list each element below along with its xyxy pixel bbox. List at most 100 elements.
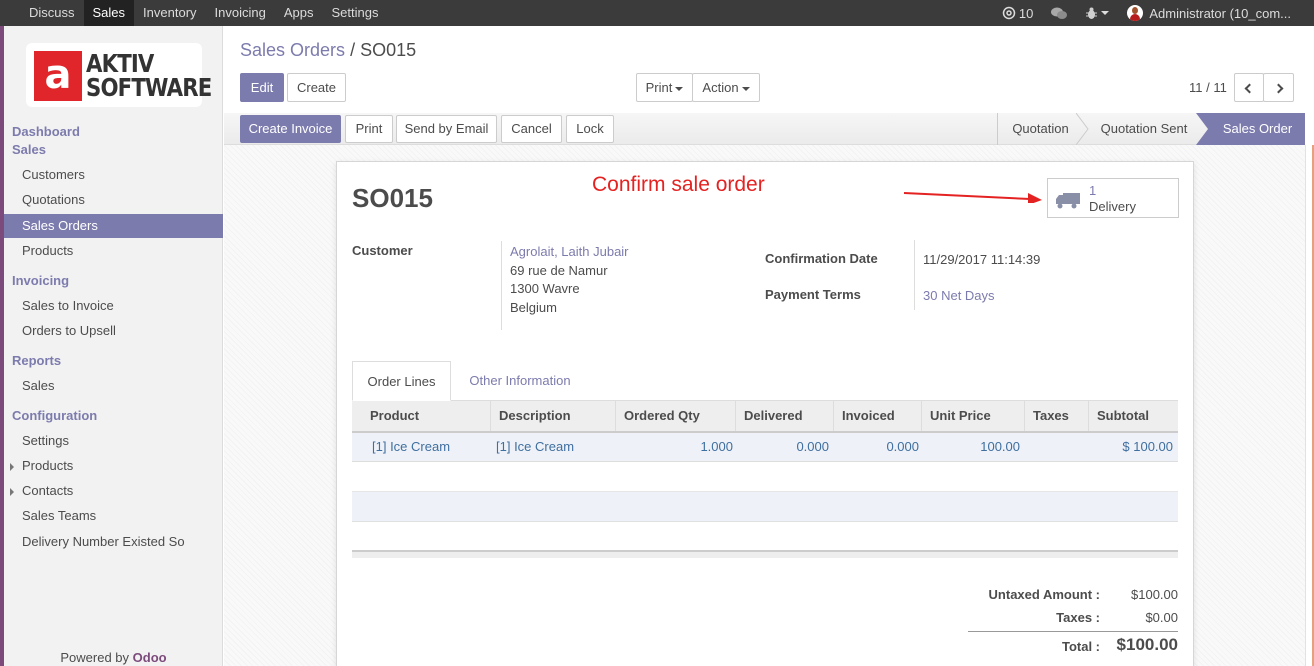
menu-inventory[interactable]: Inventory: [134, 0, 205, 26]
print-dropdown[interactable]: Print: [636, 73, 693, 102]
print-button[interactable]: Print: [345, 115, 393, 143]
messages-count: 10: [1018, 5, 1034, 21]
address-street: 69 rue de Namur: [510, 263, 608, 278]
breadcrumb: Sales Orders / SO015: [240, 40, 416, 61]
table-row[interactable]: [1] Ice Cream [1] Ice Cream 1.000 0.000 …: [352, 433, 1178, 462]
activity-counter[interactable]: 10: [993, 6, 1042, 21]
action-dropdown[interactable]: Action: [692, 73, 760, 102]
cell-ordered-qty[interactable]: 1.000: [615, 433, 733, 461]
edit-button[interactable]: Edit: [240, 73, 284, 102]
delivery-label: Delivery: [1089, 199, 1136, 214]
at-sign-icon: [1002, 6, 1016, 20]
tab-order-lines[interactable]: Order Lines: [352, 361, 451, 401]
payment-terms-link[interactable]: 30 Net Days: [923, 288, 995, 303]
annotation-text: Confirm sale order: [592, 173, 765, 196]
company-logo: a AKTIV SOFTWARE: [26, 43, 212, 107]
sidebar-item-settings[interactable]: Settings: [4, 429, 223, 453]
menu-discuss[interactable]: Discuss: [20, 0, 84, 26]
empty-row: [352, 462, 1178, 492]
sidebar-section-sales[interactable]: Sales: [12, 142, 46, 157]
menu-apps[interactable]: Apps: [275, 0, 323, 26]
lock-button[interactable]: Lock: [566, 115, 614, 143]
order-lines-header: Product Description Ordered Qty Delivere…: [352, 401, 1178, 433]
customer-label: Customer: [352, 243, 413, 258]
sidebar-item-label: Products: [22, 458, 74, 473]
stage-quotation-sent[interactable]: Quotation Sent: [1090, 113, 1198, 145]
cell-subtotal[interactable]: $ 100.00: [1088, 433, 1173, 461]
sidebar-item-sales-orders[interactable]: Sales Orders: [4, 214, 223, 238]
order-name: SO015: [352, 183, 433, 213]
create-button[interactable]: Create: [287, 73, 346, 102]
caret-right-icon: [10, 463, 14, 471]
sidebar-item-delivery-number[interactable]: Delivery Number Existed So: [4, 530, 223, 554]
column-header-delivered[interactable]: Delivered: [735, 401, 830, 431]
cell-description[interactable]: [1] Ice Cream: [496, 433, 574, 461]
untaxed-amount-label: Untaxed Amount :: [988, 587, 1100, 602]
sidebar-item-orders-to-upsell[interactable]: Orders to Upsell: [4, 319, 223, 343]
sidebar-item-contacts[interactable]: Contacts: [4, 479, 223, 503]
odoo-link[interactable]: Odoo: [133, 650, 167, 665]
sidebar-item-sales-to-invoice[interactable]: Sales to Invoice: [4, 294, 223, 318]
cell-unit-price[interactable]: 100.00: [921, 433, 1020, 461]
bug-icon: [1086, 7, 1098, 19]
cell-invoiced[interactable]: 0.000: [833, 433, 919, 461]
sidebar-item-customers[interactable]: Customers: [4, 163, 223, 187]
create-invoice-button[interactable]: Create Invoice: [240, 115, 341, 143]
sidebar-section-invoicing[interactable]: Invoicing: [12, 273, 69, 288]
truck-icon: [1056, 193, 1080, 209]
total-label: Total :: [1061, 639, 1100, 654]
action-label: Action: [702, 80, 739, 95]
confirmation-date-value: 11/29/2017 11:14:39: [923, 252, 1041, 267]
address-country: Belgium: [510, 300, 557, 315]
pager-previous-button[interactable]: [1234, 73, 1264, 102]
column-header-invoiced[interactable]: Invoiced: [833, 401, 923, 431]
delivery-smart-button[interactable]: 1 Delivery: [1047, 178, 1179, 218]
column-header-ordered-qty[interactable]: Ordered Qty: [615, 401, 735, 431]
sidebar-section-configuration[interactable]: Configuration: [12, 408, 97, 423]
chat-button[interactable]: [1042, 7, 1076, 20]
column-header-taxes[interactable]: Taxes: [1024, 401, 1089, 431]
chevron-down-icon: [741, 86, 750, 91]
send-by-email-button[interactable]: Send by Email: [396, 115, 497, 143]
logo-text-line2: SOFTWARE: [86, 73, 212, 102]
sidebar-item-products[interactable]: Products: [4, 239, 223, 263]
taxes-label: Taxes :: [1056, 610, 1100, 625]
sidebar-item-reports-sales[interactable]: Sales: [4, 374, 223, 398]
sidebar-item-sales-teams[interactable]: Sales Teams: [4, 504, 223, 528]
breadcrumb-separator: /: [350, 40, 356, 60]
pager-value[interactable]: 11 / 11: [1189, 80, 1227, 95]
logo-letter: a: [44, 52, 72, 98]
user-menu[interactable]: Administrator (10_com...: [1118, 5, 1300, 21]
cell-taxes[interactable]: [1024, 433, 1084, 461]
powered-by-text: Powered by: [60, 650, 130, 665]
debug-menu[interactable]: [1076, 7, 1118, 20]
payment-terms-label: Payment Terms: [765, 287, 861, 302]
sidebar-dashboard[interactable]: Dashboard: [12, 124, 80, 139]
delivery-count: 1: [1089, 183, 1097, 198]
column-header-unit-price[interactable]: Unit Price: [921, 401, 1024, 431]
form-statusbar: Create Invoice Print Send by Email Cance…: [224, 113, 1305, 145]
tab-other-information[interactable]: Other Information: [455, 361, 585, 401]
caret-right-icon: [10, 488, 14, 496]
stage-quotation[interactable]: Quotation: [998, 113, 1083, 145]
cell-product[interactable]: [1] Ice Cream: [372, 433, 450, 461]
sidebar-section-reports[interactable]: Reports: [12, 353, 61, 368]
menu-sales[interactable]: Sales: [83, 0, 135, 26]
chat-bubbles-icon: [1051, 7, 1068, 19]
column-header-description[interactable]: Description: [490, 401, 615, 431]
stage-sales-order[interactable]: Sales Order: [1210, 113, 1305, 145]
empty-row: [352, 522, 1178, 550]
breadcrumb-sales-orders[interactable]: Sales Orders: [240, 40, 345, 60]
annotation-arrow-icon: [903, 192, 1042, 203]
sidebar-item-config-products[interactable]: Products: [4, 454, 223, 478]
table-footer: [352, 550, 1178, 558]
customer-link[interactable]: Agrolait, Laith Jubair: [510, 244, 629, 259]
column-header-subtotal[interactable]: Subtotal: [1088, 401, 1178, 431]
column-header-product[interactable]: Product: [362, 401, 490, 431]
cell-delivered[interactable]: 0.000: [735, 433, 829, 461]
pager-next-button[interactable]: [1263, 73, 1294, 102]
cancel-button[interactable]: Cancel: [501, 115, 562, 143]
sidebar-item-quotations[interactable]: Quotations: [4, 188, 223, 212]
menu-settings[interactable]: Settings: [322, 0, 387, 26]
menu-invoicing[interactable]: Invoicing: [206, 0, 275, 26]
